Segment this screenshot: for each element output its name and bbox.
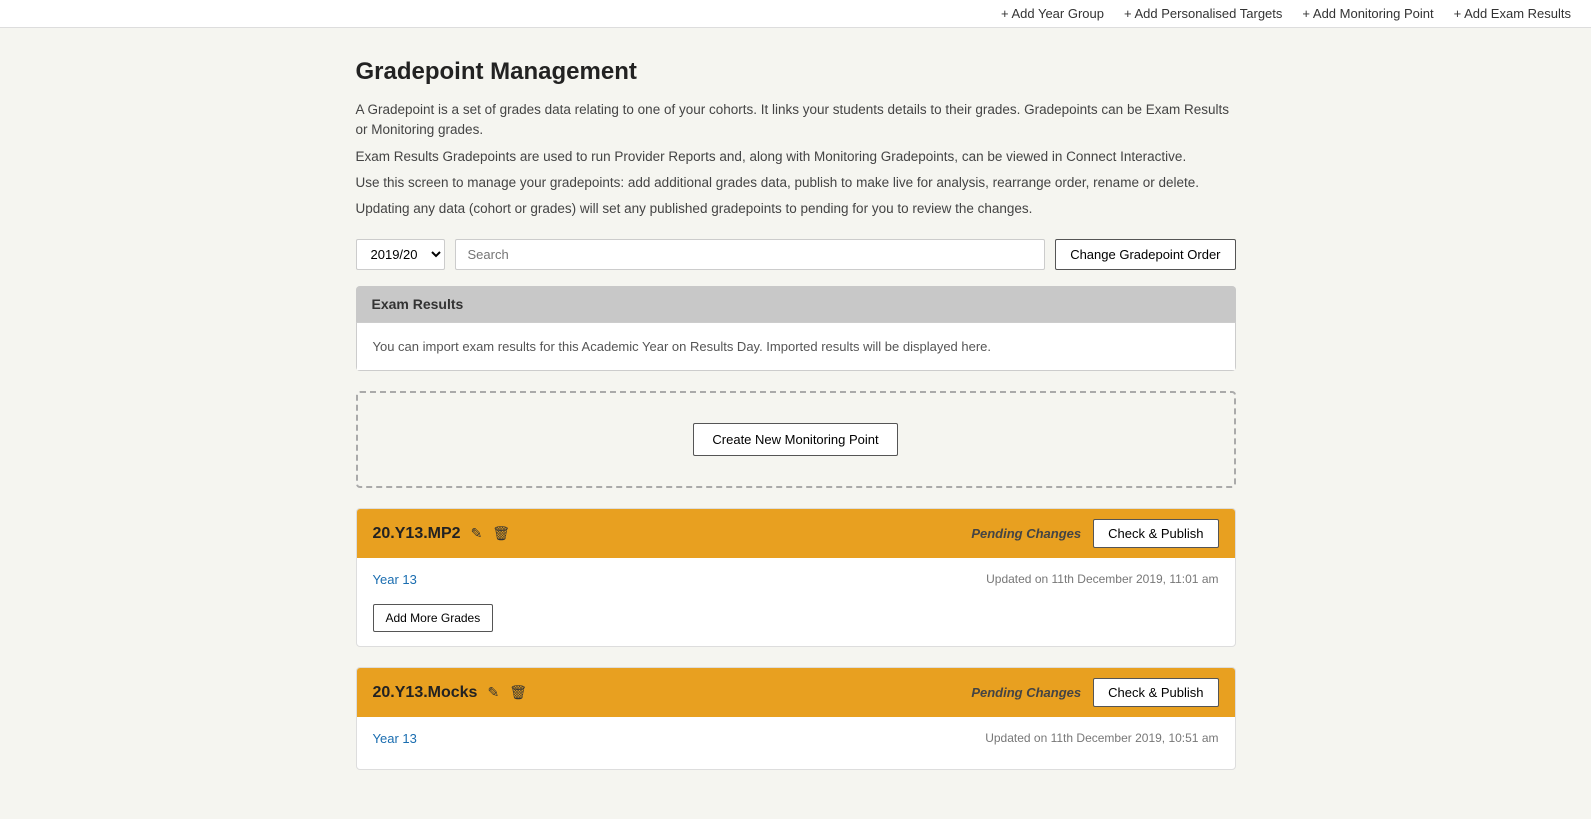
add-exam-results-link[interactable]: + Add Exam Results (1454, 6, 1571, 21)
gradepoint-header-2: 20.Y13.Mocks ✎ 🗑 Pending Changes Check &… (357, 668, 1235, 717)
gradepoint-title-area-1: 20.Y13.MP2 ✎ 🗑 (373, 525, 511, 543)
description-line-1: A Gradepoint is a set of grades data rel… (356, 100, 1236, 141)
page-description: A Gradepoint is a set of grades data rel… (356, 100, 1236, 219)
year-select[interactable]: 2019/20 2018/19 2017/18 (356, 239, 445, 270)
gradepoint-card-1: 20.Y13.MP2 ✎ 🗑 Pending Changes Check & P… (356, 508, 1236, 647)
page-title: Gradepoint Management (356, 58, 1236, 86)
gradepoint-body-1: Year 13 Updated on 11th December 2019, 1… (357, 558, 1235, 646)
description-line-2: Exam Results Gradepoints are used to run… (356, 147, 1236, 167)
add-personalised-targets-link[interactable]: + Add Personalised Targets (1124, 6, 1282, 21)
updated-text-1: Updated on 11th December 2019, 11:01 am (986, 572, 1218, 586)
create-monitoring-point-button[interactable]: Create New Monitoring Point (693, 423, 897, 456)
check-publish-button-1[interactable]: Check & Publish (1093, 519, 1218, 548)
gradepoint-right-1: Pending Changes Check & Publish (971, 519, 1218, 548)
search-input[interactable] (455, 239, 1046, 270)
exam-results-section: Exam Results You can import exam results… (356, 286, 1236, 371)
delete-icon-1[interactable]: 🗑 (492, 525, 510, 542)
gradepoint-title-2: 20.Y13.Mocks (373, 684, 478, 702)
gradepoint-header-1: 20.Y13.MP2 ✎ 🗑 Pending Changes Check & P… (357, 509, 1235, 558)
description-line-4: Updating any data (cohort or grades) wil… (356, 199, 1236, 219)
exam-results-header: Exam Results (356, 286, 1236, 322)
edit-icon-2[interactable]: ✎ (487, 684, 499, 701)
gradepoint-body-row-1: Year 13 Updated on 11th December 2019, 1… (373, 572, 1219, 596)
main-content: Gradepoint Management A Gradepoint is a … (336, 58, 1256, 770)
exam-results-text: You can import exam results for this Aca… (373, 339, 992, 354)
controls-row: 2019/20 2018/19 2017/18 Change Gradepoin… (356, 239, 1236, 270)
add-monitoring-point-link[interactable]: + Add Monitoring Point (1302, 6, 1433, 21)
gradepoint-body-2: Year 13 Updated on 11th December 2019, 1… (357, 717, 1235, 769)
top-navigation: + Add Year Group + Add Personalised Targ… (0, 0, 1591, 28)
description-line-3: Use this screen to manage your gradepoin… (356, 173, 1236, 193)
add-more-grades-button-1[interactable]: Add More Grades (373, 604, 494, 632)
edit-icon-1[interactable]: ✎ (471, 525, 483, 542)
change-gradepoint-order-button[interactable]: Change Gradepoint Order (1055, 239, 1235, 270)
year-group-link-1[interactable]: Year 13 (373, 572, 417, 587)
create-monitoring-box: Create New Monitoring Point (356, 391, 1236, 488)
gradepoint-title-area-2: 20.Y13.Mocks ✎ 🗑 (373, 684, 527, 702)
pending-changes-label-2: Pending Changes (971, 685, 1081, 700)
check-publish-button-2[interactable]: Check & Publish (1093, 678, 1218, 707)
gradepoint-card-2: 20.Y13.Mocks ✎ 🗑 Pending Changes Check &… (356, 667, 1236, 770)
gradepoint-body-row-2: Year 13 Updated on 11th December 2019, 1… (373, 731, 1219, 755)
gradepoint-title-1: 20.Y13.MP2 (373, 525, 461, 543)
exam-results-body: You can import exam results for this Aca… (356, 322, 1236, 371)
add-year-group-link[interactable]: + Add Year Group (1001, 6, 1104, 21)
pending-changes-label-1: Pending Changes (971, 526, 1081, 541)
year-group-link-2[interactable]: Year 13 (373, 731, 417, 746)
exam-results-title: Exam Results (372, 296, 464, 312)
updated-text-2: Updated on 11th December 2019, 10:51 am (985, 731, 1218, 745)
gradepoint-right-2: Pending Changes Check & Publish (971, 678, 1218, 707)
delete-icon-2[interactable]: 🗑 (509, 684, 527, 701)
